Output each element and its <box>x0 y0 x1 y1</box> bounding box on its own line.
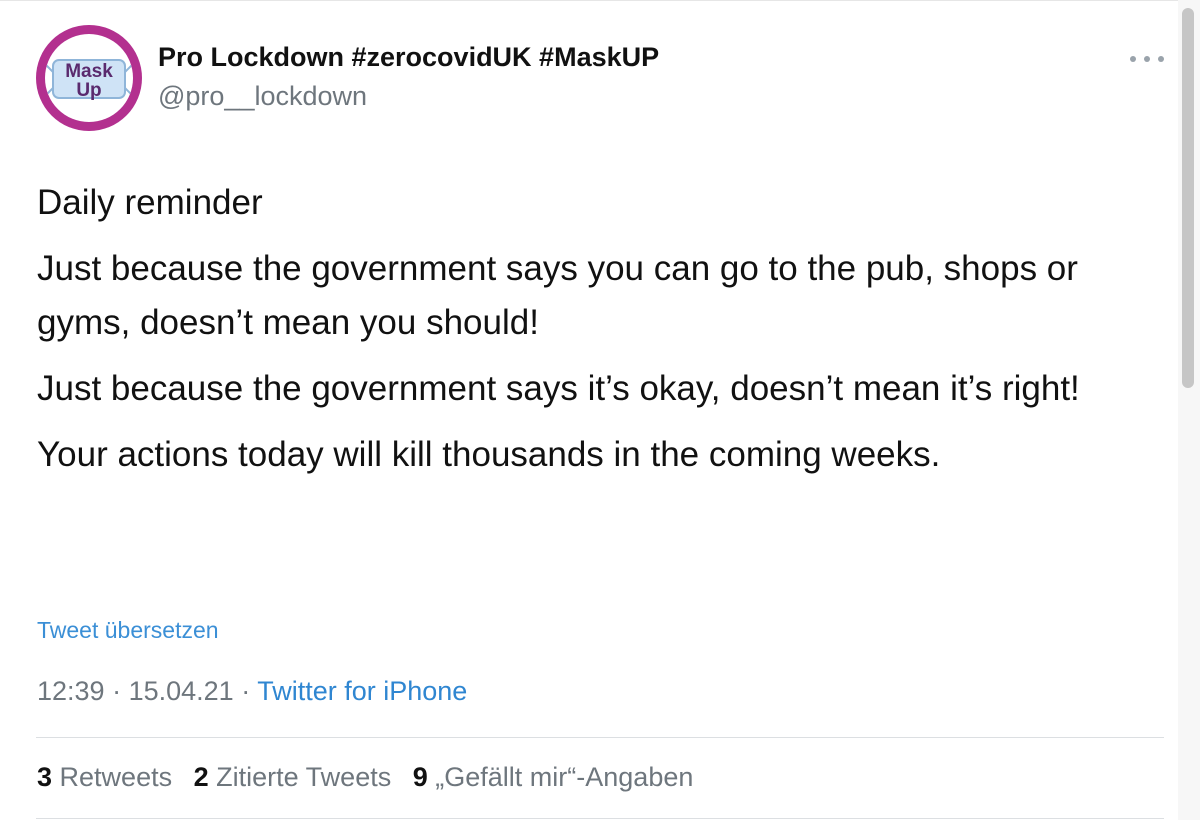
tweet-meta: 12:39 · 15.04.21 · Twitter for iPhone <box>37 676 467 707</box>
mask-logo-icon: Mask Up <box>45 59 133 101</box>
author-display-name[interactable]: Pro Lockdown #zerocovidUK #MaskUP <box>158 42 659 73</box>
top-divider <box>0 0 1200 1</box>
quote-tweets-label: Zitierte Tweets <box>208 762 392 792</box>
retweets-count: 3 <box>37 762 53 792</box>
quote-tweets-stat[interactable]: 2 Zitierte Tweets <box>194 762 392 793</box>
avatar[interactable]: Mask Up <box>36 25 142 131</box>
stats-divider <box>36 818 1164 819</box>
dot <box>1144 56 1150 62</box>
dot <box>1130 56 1136 62</box>
retweets-stat[interactable]: 3 Retweets <box>37 762 172 793</box>
more-horizontal-icon[interactable] <box>1130 52 1164 66</box>
svg-text:Up: Up <box>76 80 101 101</box>
tweet-body: Daily reminder Just because the governme… <box>37 176 1167 494</box>
tweet-source-link[interactable]: Twitter for iPhone <box>257 676 467 706</box>
translate-tweet-link[interactable]: Tweet übersetzen <box>37 617 219 644</box>
tweet-time[interactable]: 12:39 <box>37 676 105 706</box>
quote-tweets-count: 2 <box>193 762 209 792</box>
tweet-stats: 3 Retweets 2 Zitierte Tweets 9 „Gefällt … <box>37 762 707 793</box>
likes-stat[interactable]: 9 „Gefällt mir“-Angaben <box>413 762 694 793</box>
tweet-paragraph: Just because the government says you can… <box>37 249 1078 342</box>
tweet-paragraph: Daily reminder <box>37 183 263 222</box>
tweet-paragraph: Your actions today will kill thousands i… <box>37 435 941 474</box>
likes-count: 9 <box>412 762 428 792</box>
likes-label: „Gefällt mir“-Angaben <box>427 762 694 792</box>
avatar-mask-logo: Mask Up <box>45 34 133 122</box>
scrollbar[interactable] <box>1178 0 1200 820</box>
tweet-paragraph: Just because the government says it’s ok… <box>37 369 1080 408</box>
dot <box>1158 56 1164 62</box>
author-handle[interactable]: @pro__lockdown <box>158 81 367 112</box>
meta-separator: · <box>233 676 258 706</box>
svg-text:Mask: Mask <box>65 61 113 82</box>
meta-separator: · <box>104 676 129 706</box>
scrollbar-thumb[interactable] <box>1182 8 1194 388</box>
meta-divider <box>36 737 1164 738</box>
retweets-label: Retweets <box>52 762 173 792</box>
tweet-date[interactable]: 15.04.21 <box>129 676 234 706</box>
